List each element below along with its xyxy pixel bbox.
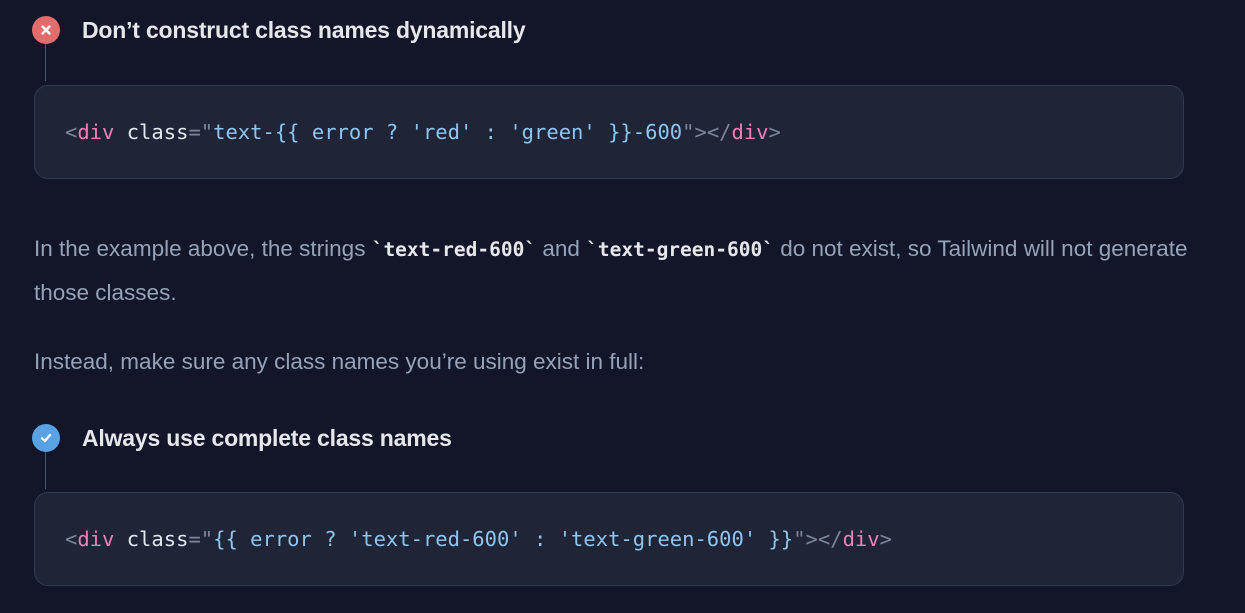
code-tag: div: [731, 120, 769, 144]
code-punct: ">: [793, 527, 818, 551]
explanation-text: In the example above, the strings: [34, 236, 372, 261]
callout-connector-line: [45, 452, 46, 489]
code-punct: >: [879, 527, 892, 551]
do-code-block[interactable]: < div class ="{{ error ? 'text-red-600' : …: [34, 492, 1184, 586]
dont-callout-title: Don’t construct class names dynamically: [82, 16, 526, 43]
x-circle-icon: [32, 16, 60, 44]
code-string: text-{{ error ? 'red' : 'green' }}-600: [213, 120, 683, 144]
dont-code-block[interactable]: < div class =" text-{{ error ? 'red' : 'gre…: [34, 85, 1184, 179]
code-punct: </: [706, 120, 732, 144]
inline-code: `text-red-600`: [371, 238, 537, 261]
code-punct: =": [188, 120, 214, 144]
docs-page: Don’t construct class names dynamically …: [0, 0, 1245, 613]
code-punct: >: [768, 120, 781, 144]
code-string: {{ error ? 'text-red-600' : 'text-green-…: [213, 527, 794, 551]
do-callout-title: Always use complete class names: [82, 424, 452, 451]
dont-callout: Don’t construct class names dynamically: [32, 16, 526, 44]
do-callout: Always use complete class names: [32, 424, 452, 452]
code-tag: div: [77, 527, 115, 551]
inline-code: `text-green-600`: [586, 238, 774, 261]
explanation-paragraph: In the example above, the strings `text-…: [34, 227, 1194, 314]
callout-connector-line: [45, 44, 46, 81]
code-tag: div: [842, 527, 880, 551]
explanation-text: and: [536, 236, 587, 261]
code-attr: class: [126, 527, 189, 551]
code-punct: ">: [682, 120, 707, 144]
code-tag: div: [77, 120, 115, 144]
code-punct: =": [188, 527, 214, 551]
code-attr: class: [126, 120, 189, 144]
instead-paragraph: Instead, make sure any class names you’r…: [34, 349, 645, 374]
code-punct: <: [65, 120, 78, 144]
check-circle-icon: [32, 424, 60, 452]
code-punct: </: [817, 527, 843, 551]
code-punct: <: [65, 527, 78, 551]
